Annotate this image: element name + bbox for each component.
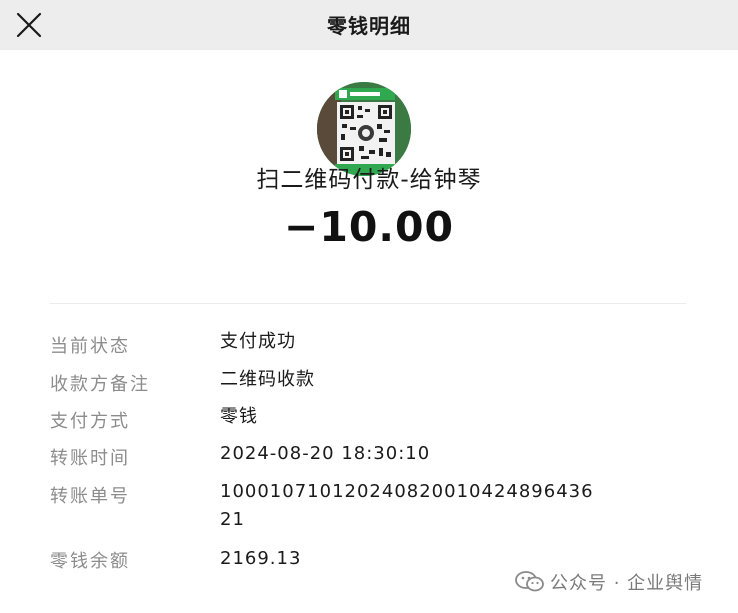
- payee-name: 扫二维码付款-给钟琴: [256, 167, 482, 193]
- transfer-time-label: 转账时间: [50, 448, 130, 469]
- status-value: 支付成功: [220, 331, 296, 352]
- top-bar: 零钱明细: [0, 0, 738, 50]
- payment-method-label: 支付方式: [50, 411, 130, 432]
- watermark: 公众号 · 企业舆情: [515, 568, 703, 596]
- status-label: 当前状态: [50, 336, 130, 357]
- balance-label: 零钱余额: [50, 551, 130, 572]
- watermark-text: 公众号 · 企业舆情: [550, 573, 704, 594]
- amount: −10.00: [283, 203, 455, 251]
- note-label: 收款方备注: [50, 374, 150, 395]
- transfer-number-value[interactable]: 100010710120240820010424896436 21: [220, 478, 690, 534]
- note-value: 二维码收款: [220, 369, 315, 390]
- payment-method-value: 零钱: [220, 406, 258, 427]
- wechat-logo-icon: [515, 570, 545, 594]
- divider: [50, 303, 686, 304]
- page-title: 零钱明细: [327, 14, 411, 38]
- transfer-number-label: 转账单号: [50, 486, 130, 507]
- transfer-time-value: 2024-08-20 18:30:10: [220, 443, 431, 464]
